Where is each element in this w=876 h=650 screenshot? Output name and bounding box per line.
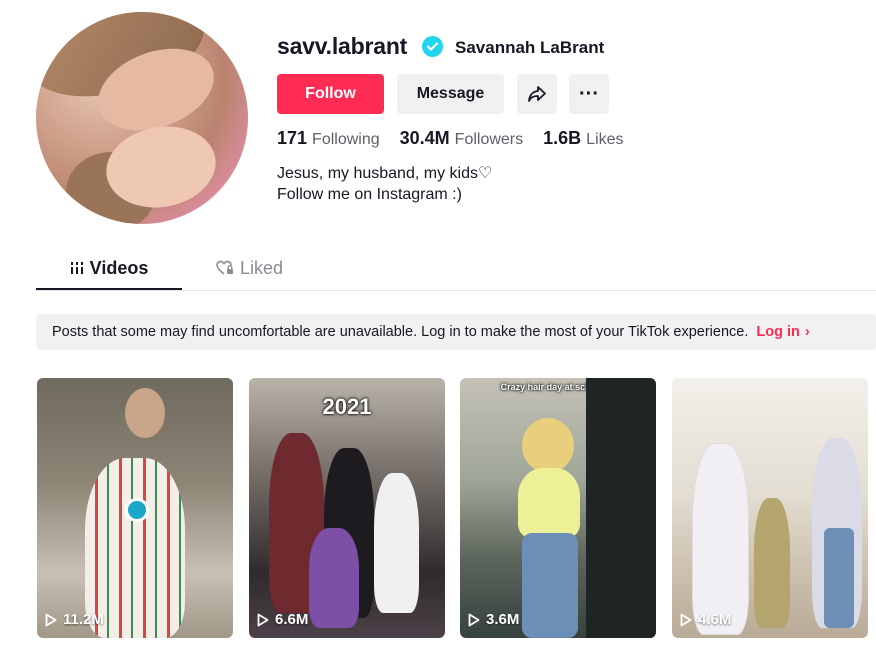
profile-avatar: [36, 12, 248, 224]
bio-line: Jesus, my husband, my kids♡: [277, 165, 493, 182]
tab-videos[interactable]: Videos: [36, 248, 182, 290]
profile-username: savv.labrant: [277, 33, 408, 59]
profile-stats: 171 Following 30.4M Followers 1.6B Likes: [277, 128, 644, 149]
video-card[interactable]: 11.2M: [37, 378, 233, 638]
grid-icon: [70, 262, 83, 274]
stat-label: Likes: [586, 131, 624, 148]
play-icon: [45, 613, 57, 626]
notice-text: Posts that some may find uncomfortable a…: [52, 324, 749, 340]
verified-badge-icon: [422, 36, 443, 57]
stat-following[interactable]: 171 Following: [277, 128, 380, 149]
view-count: 6.6M: [275, 611, 309, 628]
stat-value: 30.4M: [399, 128, 450, 148]
video-card[interactable]: 4.6M: [672, 378, 868, 638]
stat-value: 171: [277, 128, 308, 148]
video-views: 3.6M: [468, 611, 519, 628]
follow-button[interactable]: Follow: [277, 74, 384, 114]
video-card[interactable]: Crazy hair day at school🤪 3.6M: [460, 378, 656, 638]
play-icon: [468, 613, 480, 626]
tab-label: Videos: [89, 257, 149, 278]
play-icon: [680, 613, 692, 626]
profile-display-name: Savannah LaBrant: [455, 38, 605, 57]
video-card[interactable]: 2021 6.6M: [249, 378, 445, 638]
content-notice-banner: Posts that some may find uncomfortable a…: [36, 314, 876, 350]
bio-line: Follow me on Instagram :): [277, 186, 462, 203]
tab-label: Liked: [240, 257, 284, 278]
chevron-right-icon[interactable]: ›: [805, 324, 810, 340]
view-count: 4.6M: [698, 611, 732, 628]
share-button[interactable]: [517, 74, 557, 114]
share-arrow-icon: [528, 86, 546, 102]
video-views: 11.2M: [45, 611, 104, 628]
stat-likes: 1.6B Likes: [543, 128, 623, 149]
view-count: 3.6M: [486, 611, 520, 628]
play-icon: [257, 613, 269, 626]
stat-label: Following: [312, 131, 380, 148]
login-link[interactable]: Log in: [756, 324, 800, 340]
stat-value: 1.6B: [543, 128, 582, 148]
view-count: 11.2M: [63, 611, 104, 628]
heart-lock-icon: [216, 260, 233, 275]
stat-followers[interactable]: 30.4M Followers: [400, 128, 524, 149]
profile-bio: Jesus, my husband, my kids♡ Follow me on…: [277, 163, 492, 205]
profile-tabs: Videos Liked: [36, 248, 876, 291]
stat-label: Followers: [454, 131, 524, 148]
video-views: 4.6M: [680, 611, 731, 628]
video-caption: 2021: [322, 394, 372, 419]
message-button[interactable]: Message: [397, 74, 504, 114]
video-views: 6.6M: [257, 611, 308, 628]
tab-liked[interactable]: Liked: [216, 248, 283, 288]
more-options-button[interactable]: ···: [569, 74, 609, 114]
